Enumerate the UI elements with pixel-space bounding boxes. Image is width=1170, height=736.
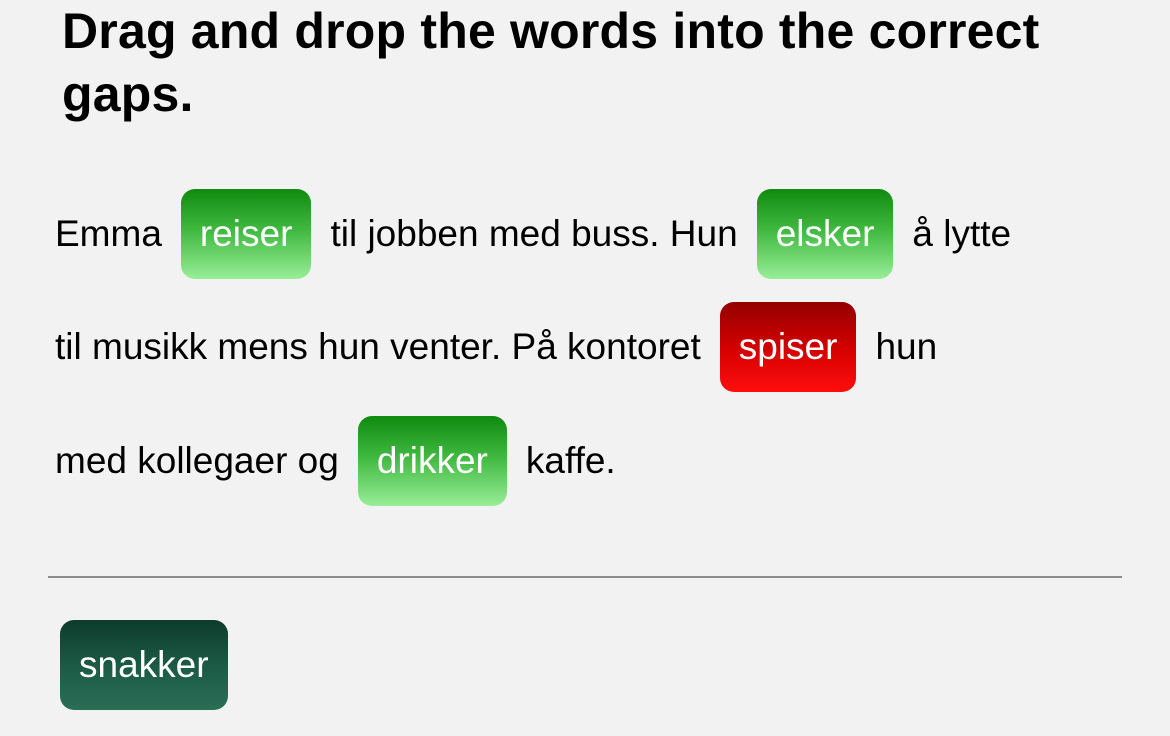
gap-word-correct[interactable]: elsker: [756, 189, 894, 279]
sentence-text: kaffe.: [525, 440, 616, 481]
sentence-line-1: Emma reiser til jobben med buss. Hun els…: [55, 189, 1011, 279]
divider: [48, 576, 1122, 578]
page-title: Drag and drop the words into the correct…: [62, 3, 1040, 122]
sentence-text: til musikk mens hun venter. På kontoret: [55, 326, 701, 367]
gap-word-incorrect[interactable]: spiser: [719, 302, 857, 392]
sentence-line-2: til musikk mens hun venter. På kontoret …: [55, 302, 937, 392]
word-bank-chip[interactable]: snakker: [60, 620, 228, 710]
sentence-text: Emma: [55, 213, 162, 254]
sentence-line-3: med kollegaer og drikker kaffe.: [55, 416, 616, 506]
gap-word-correct[interactable]: drikker: [357, 416, 507, 506]
sentence-text: å lytte: [912, 213, 1012, 254]
exercise-page: Drag and drop the words into the correct…: [0, 0, 1170, 736]
sentence-text: hun: [875, 326, 938, 367]
sentence-text: med kollegaer og: [55, 440, 339, 481]
word-bank: snakker: [60, 620, 228, 710]
gap-word-correct[interactable]: reiser: [180, 189, 312, 279]
sentence-text: til jobben med buss. Hun: [330, 213, 738, 254]
